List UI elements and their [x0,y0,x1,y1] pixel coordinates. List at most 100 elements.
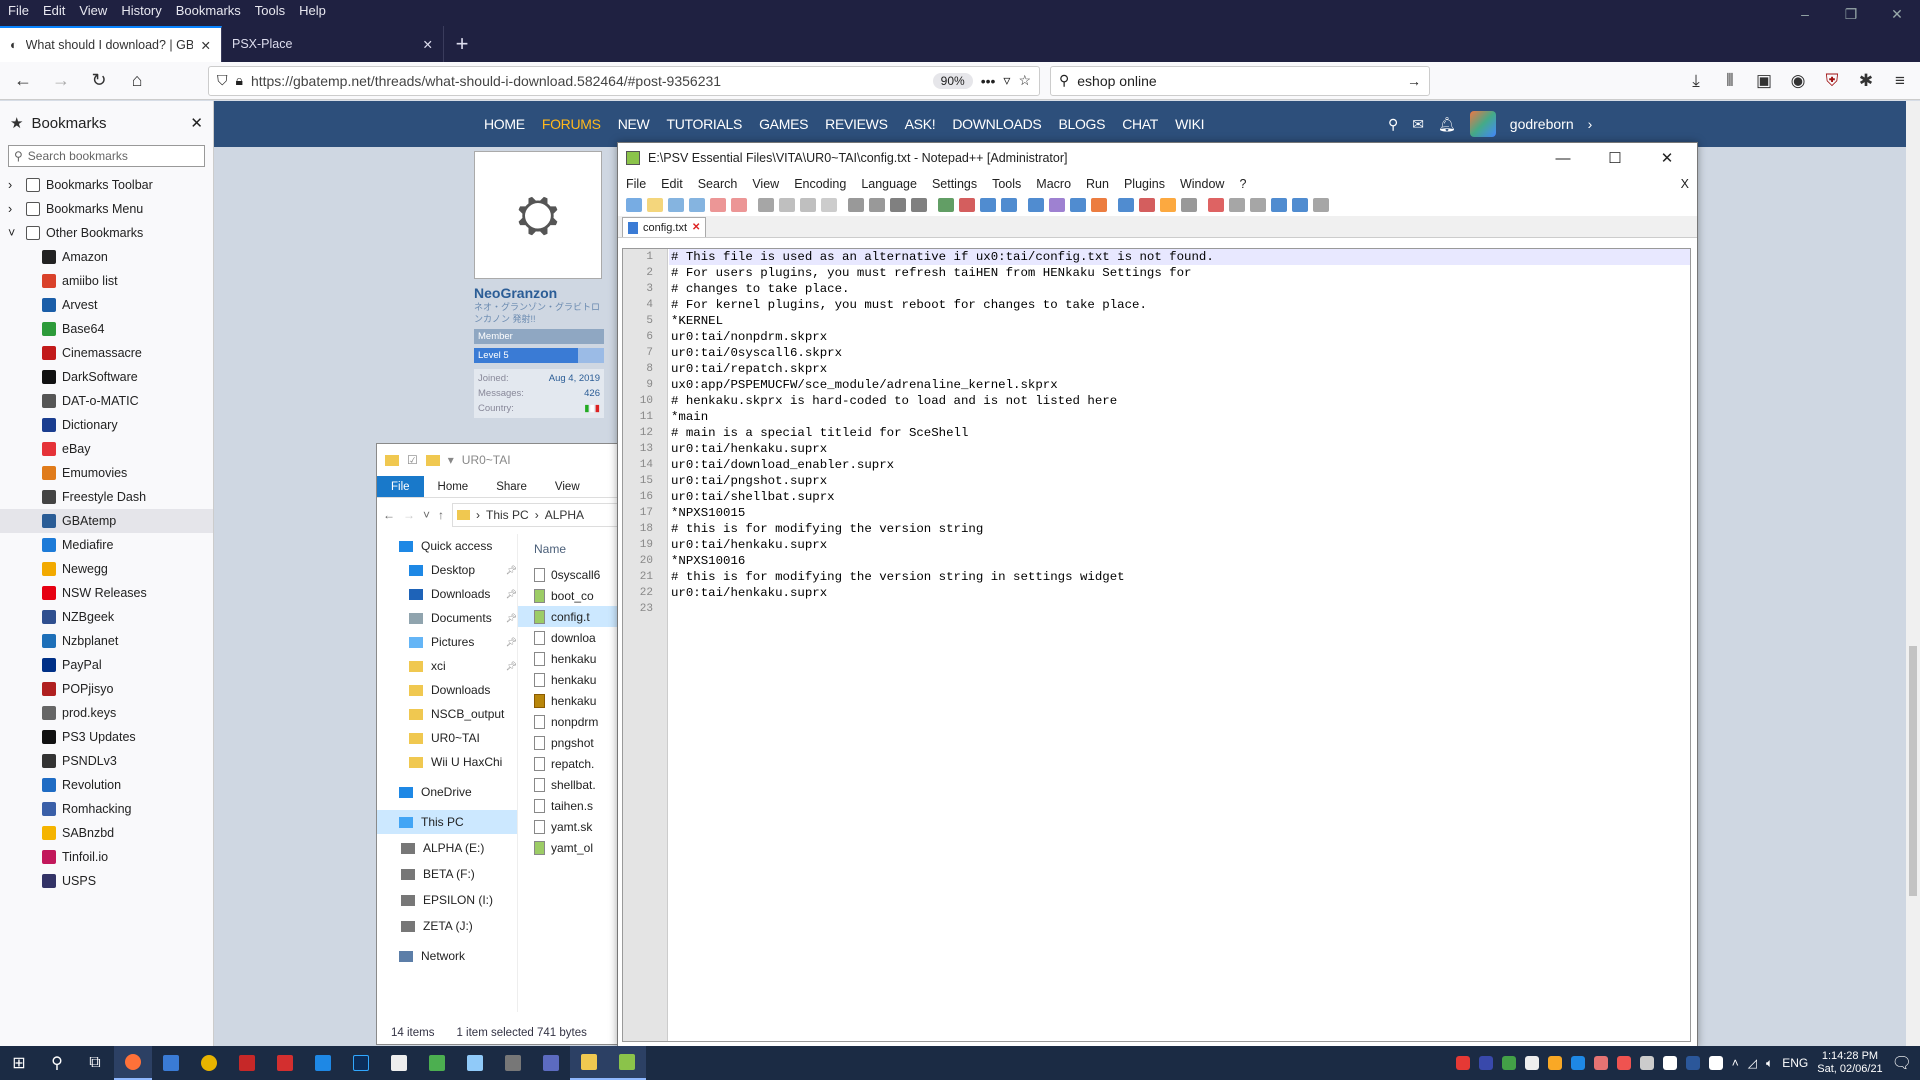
code-line[interactable]: ur0:tai/henkaku.suprx [669,585,1690,601]
site-nav-new[interactable]: NEW [618,116,650,132]
bookmark-item[interactable]: Revolution [0,773,213,797]
bookmark-item[interactable]: Amazon [0,245,213,269]
tray-app-icon[interactable] [1478,1056,1493,1070]
monitor-icon[interactable] [1181,198,1197,212]
menu-bookmarks[interactable]: Bookmarks [176,3,241,18]
back-button[interactable]: ← [6,66,40,96]
code-editor[interactable]: 1 2 3 4 5 6 7 8 9 10 11 12 13 14 15 16 17 18 19 20 21 22 23 # … [622,248,1691,1042]
bell-icon[interactable]: 🔔︎ [1438,116,1456,133]
code-line[interactable]: ur0:tai/repatch.skprx [669,361,1690,377]
scrollbar-thumb[interactable] [1909,646,1917,896]
all-chars-icon[interactable] [1049,198,1065,212]
nav-item-desktop[interactable]: Desktop 📌︎ [377,558,517,582]
chevron-right-icon[interactable]: › [1588,116,1593,132]
indent-guide-icon[interactable] [1070,198,1086,212]
star-icon[interactable]: ☆ [1018,72,1031,89]
record-macro-icon[interactable] [1208,198,1224,212]
sidebar-title[interactable]: Bookmarks [31,115,182,132]
function-list-icon[interactable] [1139,198,1155,212]
npp-menu-edit[interactable]: Edit [661,177,683,191]
menu-file[interactable]: File [8,3,29,18]
bluetooth-icon[interactable] [1570,1056,1585,1070]
wrap-icon[interactable] [1028,198,1044,212]
new-tab-button[interactable]: + [444,26,480,62]
zoom-badge[interactable]: 90% [932,72,973,89]
sync-v-icon[interactable] [980,198,996,212]
site-nav-ask[interactable]: ASK! [905,116,936,132]
new-folder-icon[interactable] [425,454,440,466]
app-icon[interactable] [380,1046,418,1080]
profile-avatar[interactable]: ⛭ [474,151,602,279]
tray-app-icon[interactable] [1593,1056,1608,1070]
npp-menu-plugins[interactable]: Plugins [1124,177,1165,191]
tab-gbatemp[interactable]: ◐ What should I download? | GBA ✕ [0,26,222,62]
lock-icon[interactable]: 🔒︎ [236,72,243,89]
nav-item-onedrive[interactable]: OneDrive [377,780,517,804]
close-document-icon[interactable]: X [1681,177,1689,191]
zoom-in-icon[interactable] [938,198,954,212]
bookmark-item[interactable]: Dictionary [0,413,213,437]
avatar[interactable] [1469,111,1496,137]
nav-item-pictures[interactable]: Pictures 📌︎ [377,630,517,654]
back-icon[interactable]: ← [383,508,395,522]
run-macro-icon[interactable] [1271,198,1287,212]
code-line[interactable]: *NPXS10015 [669,505,1690,521]
npp-menu-macro[interactable]: Macro [1036,177,1071,191]
bookmark-item[interactable]: Freestyle Dash [0,485,213,509]
app-icon[interactable] [304,1046,342,1080]
extensions-icon[interactable]: ✱ [1852,71,1880,91]
bookmark-item[interactable]: Arvest [0,293,213,317]
library-icon[interactable]: ⫴ [1716,71,1744,91]
menu-help[interactable]: Help [299,3,326,18]
copy-icon[interactable] [800,198,816,212]
code-line[interactable]: ur0:tai/henkaku.suprx [669,441,1690,457]
app-icon[interactable] [418,1046,456,1080]
ribbon-share[interactable]: Share [482,476,541,497]
photoshop-app-icon[interactable] [342,1046,380,1080]
path-this-pc[interactable]: This PC [486,508,529,522]
search-icon[interactable]: ⚲ [38,1046,76,1080]
close-icon[interactable]: ✕ [1645,149,1689,167]
close-tab-icon[interactable]: ✕ [692,222,700,233]
open-icon[interactable] [647,198,663,212]
ribbon-file[interactable]: File [377,476,424,497]
nav-item-nscb-output[interactable]: NSCB_output [377,702,517,726]
tab-psx-place[interactable]: PSX-Place ✕ [222,26,444,62]
site-nav-games[interactable]: GAMES [759,116,808,132]
code-line[interactable]: # henkaku.skprx is hard-coded to load an… [669,393,1690,409]
sidebar-icon[interactable]: ▣ [1750,71,1778,91]
code-line[interactable]: # For users plugins, you must refresh ta… [669,265,1690,281]
print-icon[interactable] [758,198,774,212]
code-line[interactable]: ux0:app/PSPEMUCFW/sce_module/adrenaline_… [669,377,1690,393]
nav-item-wii-u-haxchi[interactable]: Wii U HaxChi [377,750,517,774]
go-arrow-icon[interactable]: → [1407,73,1421,89]
search-input[interactable]: eshop online [1077,73,1399,89]
nav-item-quick-access[interactable]: Quick access [377,534,517,558]
site-nav-reviews[interactable]: REVIEWS [825,116,888,132]
bookmark-item[interactable]: NZBgeek [0,605,213,629]
username[interactable]: godreborn [1510,116,1574,132]
bookmark-item[interactable]: DarkSoftware [0,365,213,389]
lang-icon[interactable] [1091,198,1107,212]
code-line[interactable]: ur0:tai/pngshot.suprx [669,473,1690,489]
ublock-icon[interactable]: ⛨ [1818,71,1846,91]
reload-button[interactable]: ↻ [82,66,116,96]
bookmark-item[interactable]: Nzbplanet [0,629,213,653]
chevron-down-icon[interactable]: ˅ [423,508,430,522]
bookmark-item[interactable]: prod.keys [0,701,213,725]
nav-item-epsilon-i-[interactable]: EPSILON (I:) [377,888,517,912]
pin-icon[interactable]: 📌︎ [506,589,517,600]
bookmark-item[interactable]: Cinemassacre [0,341,213,365]
explorer-app-icon[interactable] [570,1046,608,1080]
bookmark-item[interactable]: NSW Releases [0,581,213,605]
sync-h-icon[interactable] [1001,198,1017,212]
code-line[interactable]: # this is for modifying the version stri… [669,521,1690,537]
chevron-down-icon[interactable]: ▾ [448,453,454,467]
chrome-app-icon[interactable] [190,1046,228,1080]
nav-item-ur0-tai[interactable]: UR0~TAI [377,726,517,750]
close-tab-icon[interactable]: ✕ [201,38,211,53]
close-icon[interactable] [710,198,726,212]
tray-app-icon[interactable] [1662,1056,1677,1070]
npp-menu-view[interactable]: View [752,177,779,191]
code-line[interactable]: ur0:tai/nonpdrm.skprx [669,329,1690,345]
